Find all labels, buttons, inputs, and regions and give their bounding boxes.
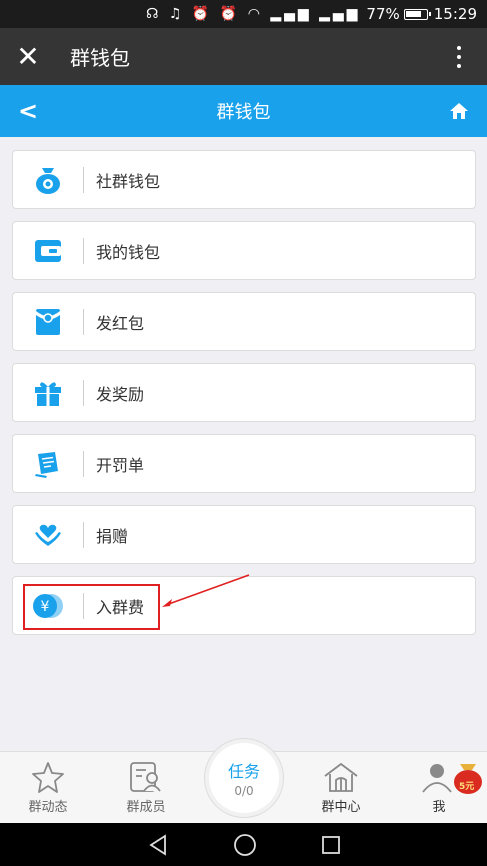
home-icon bbox=[450, 103, 468, 119]
menu-item-reward[interactable]: 发奖励 bbox=[12, 363, 476, 422]
star-icon bbox=[32, 762, 64, 793]
menu-item-label: 发奖励 bbox=[96, 384, 145, 404]
tab-label: 群中心 bbox=[321, 800, 361, 815]
house-icon bbox=[324, 762, 358, 792]
task-count: 0/0 bbox=[234, 784, 254, 798]
task-button[interactable]: 任务 0/0 bbox=[204, 738, 284, 818]
nav-recents-icon[interactable] bbox=[321, 835, 341, 855]
menu-item-community-wallet[interactable]: 社群钱包 bbox=[12, 150, 476, 209]
status-icons: ☊ ♫ ⏰ ⏰ ◠ ▂▄▆ ▂▄▆ bbox=[146, 6, 361, 22]
page-header: < 群钱包 bbox=[0, 85, 487, 137]
tab-group-center[interactable]: 群中心 bbox=[293, 760, 389, 815]
task-title: 任务 bbox=[227, 762, 260, 781]
heart-hand-icon bbox=[35, 524, 61, 546]
badge-text: 5元 bbox=[459, 782, 475, 792]
menu-item-label: 社群钱包 bbox=[96, 171, 161, 191]
battery-percent: 77% bbox=[366, 5, 400, 23]
menu-item-fine[interactable]: 开罚单 bbox=[12, 434, 476, 493]
more-dot-icon bbox=[457, 54, 461, 59]
red-packet-badge[interactable]: 5元 bbox=[452, 760, 484, 796]
close-icon: ✕ bbox=[16, 40, 40, 73]
back-button[interactable]: < bbox=[0, 97, 56, 125]
annotation-highlight-box bbox=[23, 584, 160, 630]
chevron-left-icon: < bbox=[17, 97, 39, 125]
ticket-icon bbox=[35, 451, 58, 478]
menu-item-label: 我的钱包 bbox=[96, 242, 161, 262]
menu-item-label: 捐赠 bbox=[96, 526, 129, 546]
home-button[interactable] bbox=[431, 102, 487, 120]
status-bar: ☊ ♫ ⏰ ⏰ ◠ ▂▄▆ ▂▄▆ 77% 15:29 bbox=[0, 0, 487, 28]
menu-item-label: 发红包 bbox=[96, 313, 145, 333]
nav-back-icon[interactable] bbox=[147, 833, 169, 856]
tab-label: 群成员 bbox=[126, 800, 166, 815]
wallet-icon bbox=[35, 239, 61, 262]
android-nav-bar bbox=[0, 823, 487, 866]
wechat-header: ✕ 群钱包 bbox=[0, 28, 487, 85]
more-dot-icon bbox=[457, 45, 461, 50]
close-button[interactable]: ✕ bbox=[0, 40, 56, 73]
clock: 15:29 bbox=[433, 5, 477, 23]
more-menu-button[interactable] bbox=[431, 45, 487, 68]
tab-label: 我 bbox=[432, 800, 446, 815]
menu-item-donate[interactable]: 捐赠 bbox=[12, 505, 476, 564]
gift-icon bbox=[35, 381, 61, 406]
money-bag-icon bbox=[36, 167, 60, 194]
more-dot-icon bbox=[457, 63, 461, 68]
menu-item-my-wallet[interactable]: 我的钱包 bbox=[12, 221, 476, 280]
wechat-title: 群钱包 bbox=[70, 46, 130, 70]
tab-group-feed[interactable]: 群动态 bbox=[0, 760, 96, 815]
tab-label: 群动态 bbox=[28, 800, 68, 815]
nav-home-icon[interactable] bbox=[233, 833, 257, 857]
battery-icon bbox=[403, 8, 431, 20]
menu-item-label: 开罚单 bbox=[96, 455, 145, 475]
member-card-icon bbox=[130, 762, 161, 792]
page-title: 群钱包 bbox=[216, 102, 271, 123]
menu-item-red-envelope[interactable]: 发红包 bbox=[12, 292, 476, 351]
red-envelope-icon bbox=[36, 308, 60, 335]
tab-group-members[interactable]: 群成员 bbox=[98, 760, 194, 815]
